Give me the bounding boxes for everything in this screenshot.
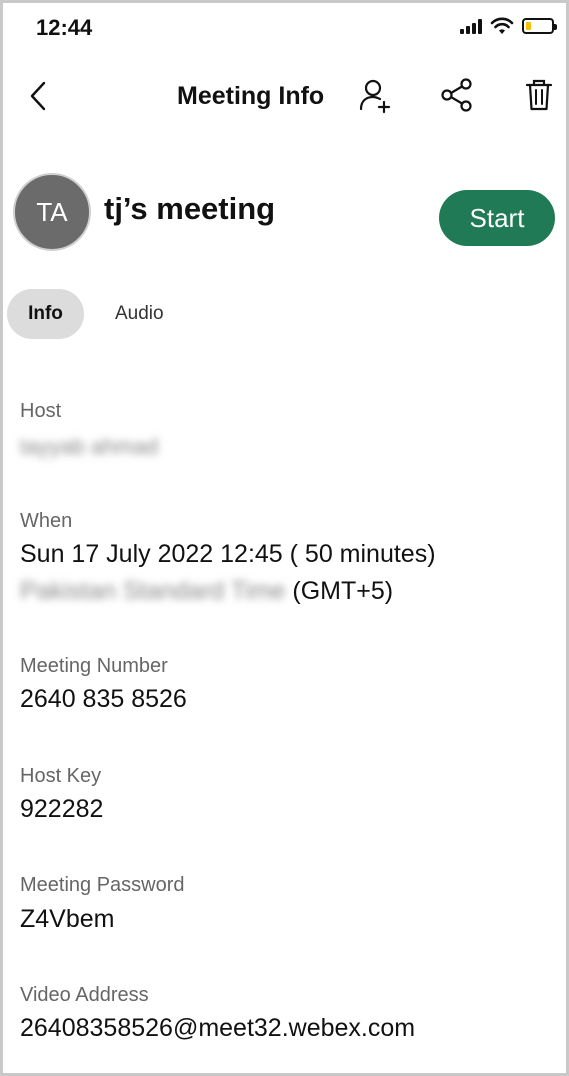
timezone-offset: (GMT+5) (292, 577, 394, 605)
add-person-button[interactable] (357, 77, 393, 114)
back-icon (30, 81, 46, 111)
share-button[interactable] (439, 77, 475, 113)
when-label: When (20, 510, 73, 532)
avatar: TA (13, 173, 91, 251)
when-datetime: Sun 17 July 2022 12:45 ( 50 minutes) (20, 540, 436, 568)
delete-button[interactable] (521, 77, 557, 113)
timezone-name: Pakistan Standard Time (20, 577, 286, 605)
wifi-icon (490, 17, 514, 34)
host-key-value: 922282 (20, 795, 104, 823)
video-address-label: Video Address (20, 984, 149, 1006)
meeting-password-label: Meeting Password (20, 874, 185, 896)
tab-info[interactable]: Info (7, 289, 84, 339)
meeting-password-value: Z4Vbem (20, 905, 115, 933)
host-label: Host (20, 400, 62, 422)
host-key-label: Host Key (20, 765, 102, 787)
nav-bar: Meeting Info (3, 63, 566, 133)
host-value: tayyab ahmad (20, 434, 159, 459)
meeting-info-screen: 12:44 Meeting Info TA tj’s meeting Start… (0, 0, 569, 1076)
when-timezone: Pakistan Standard Time (GMT+5) (20, 577, 393, 606)
start-button[interactable]: Start (439, 190, 555, 246)
battery-level (526, 22, 531, 30)
share-icon (441, 78, 472, 112)
status-icons (460, 17, 557, 35)
meeting-title: tj’s meeting (104, 191, 276, 226)
meeting-number-value: 2640 835 8526 (20, 685, 187, 713)
add-person-icon (359, 79, 391, 114)
back-button[interactable] (23, 79, 57, 113)
trash-icon (525, 79, 553, 111)
tab-audio[interactable]: Audio (115, 303, 164, 325)
page-title: Meeting Info (177, 82, 325, 110)
video-address-value[interactable]: 26408358526@meet32.webex.com (20, 1014, 415, 1043)
status-time: 12:44 (36, 15, 93, 40)
meeting-number-label: Meeting Number (20, 655, 168, 677)
battery-icon (522, 18, 557, 34)
signal-icon (460, 18, 482, 34)
